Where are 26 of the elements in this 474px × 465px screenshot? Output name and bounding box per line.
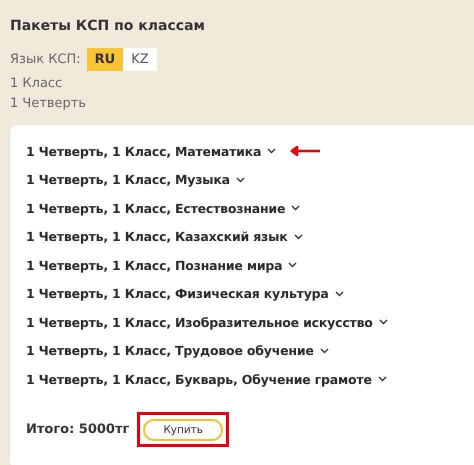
chevron-icon [334,290,344,297]
language-label: Язык КСП: [10,52,81,67]
info-text: 1 Класс [10,76,64,91]
package-item[interactable]: 1 Четверть, 1 Класс, Физическая культура [26,286,344,302]
package-item[interactable]: 1 Четверть, 1 Класс, Математика [26,144,276,159]
package-item[interactable]: 1 Четверть, 1 Класс, Трудовое обучение [26,343,329,358]
package-item[interactable]: 1 Четверть, 1 Класс, Естествознание [26,200,300,216]
chevron-icon [267,148,276,154]
chevron-icon [378,376,387,382]
chevron-icon [288,262,298,268]
page-title: Пакеты КСП по классам [10,18,206,34]
info-text: 1 Четверть [10,96,88,111]
total-text: Итого: 5000тг [26,422,130,436]
package-item[interactable]: 1 Четверть, 1 Класс, Музыка [26,172,245,188]
language-option[interactable]: RU [86,48,124,71]
package-item[interactable]: 1 Четверть, 1 Класс, Познание мира [26,258,298,273]
package-item[interactable]: 1 Четверть, 1 Класс, Казахский язык [26,229,302,244]
chevron-icon [236,176,245,183]
package-item[interactable]: 1 Четверть, 1 Класс, Изобразительное искусство [26,314,388,330]
language-option[interactable]: KZ [123,48,157,71]
package-item[interactable]: 1 Четверть, 1 Класс, Букварь, Обучение грамоте [26,372,387,387]
buy-button[interactable]: Купить [143,418,223,440]
chevron-icon [291,205,300,212]
chevron-icon [378,319,388,326]
chevron-icon [320,348,329,354]
chevron-icon [294,234,302,240]
